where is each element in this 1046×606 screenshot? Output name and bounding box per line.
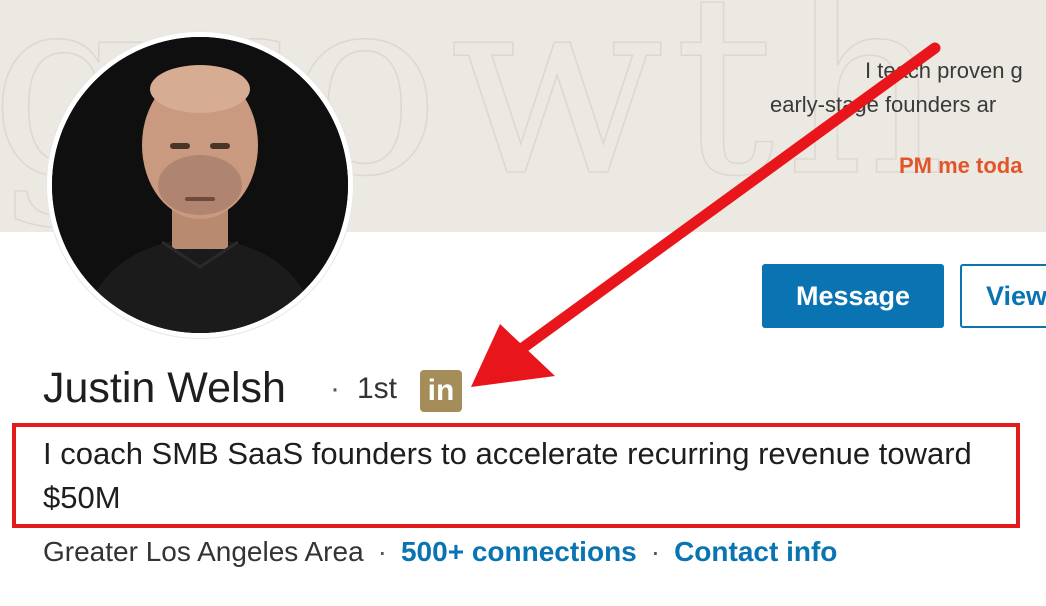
- connection-degree: 1st: [357, 372, 398, 405]
- separator-dot: ·: [330, 372, 340, 405]
- profile-headline: I coach SMB SaaS founders to accelerate …: [43, 436, 972, 515]
- avatar-portrait: [52, 37, 348, 333]
- separator-dot: ·: [377, 536, 387, 567]
- separator-dot: ·: [650, 536, 661, 567]
- avatar[interactable]: [47, 32, 353, 338]
- banner-cta: PM me toda: [899, 153, 1023, 178]
- connections-link[interactable]: 500+ connections: [401, 536, 637, 567]
- profile-meta-row: Greater Los Angeles Area · 500+ connection…: [43, 536, 837, 568]
- view-button[interactable]: View: [960, 264, 1046, 328]
- contact-info-link[interactable]: Contact info: [674, 536, 837, 567]
- message-button[interactable]: Message: [762, 264, 944, 328]
- banner-text-line-1: I teach proven g: [865, 58, 1023, 83]
- linkedin-premium-icon: in: [420, 370, 462, 412]
- banner-text-line-2: early-stage founders ar: [770, 92, 997, 117]
- profile-name: Justin Welsh: [43, 364, 286, 412]
- location: Greater Los Angeles Area: [43, 536, 364, 567]
